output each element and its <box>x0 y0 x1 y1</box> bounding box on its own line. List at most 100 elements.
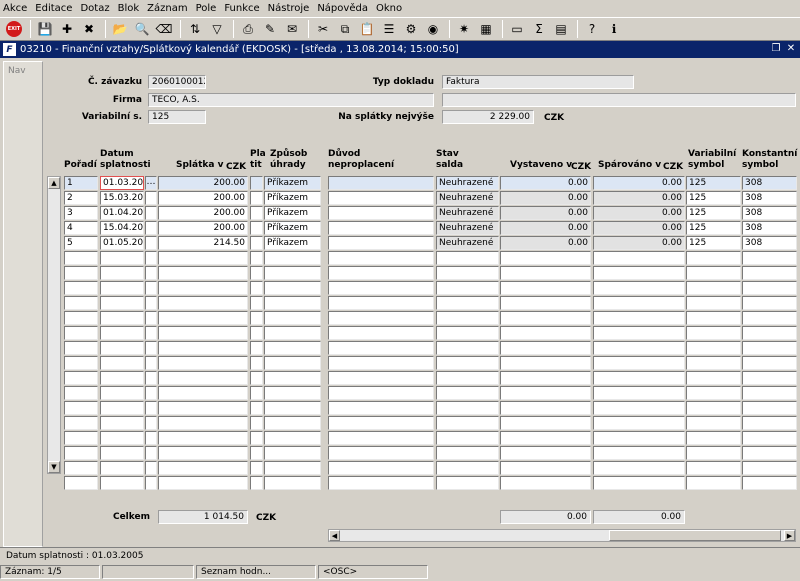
cell-platit[interactable] <box>250 401 263 415</box>
cell-vystaveno[interactable] <box>500 311 591 325</box>
cell-zpusob[interactable] <box>264 266 321 280</box>
cell-datum[interactable] <box>100 356 144 370</box>
restore-icon[interactable]: ❐ <box>770 43 782 55</box>
cell-ks[interactable] <box>742 251 797 265</box>
cell-lov[interactable] <box>145 386 157 400</box>
cell-duvod[interactable] <box>328 266 434 280</box>
cell-vystaveno[interactable] <box>500 401 591 415</box>
cell-duvod[interactable] <box>328 191 434 205</box>
cell-datum[interactable]: 15.04.2005 <box>100 221 144 235</box>
cell-poradi[interactable] <box>64 356 98 370</box>
cut-icon[interactable]: ✂ <box>313 19 333 39</box>
cell-datum[interactable] <box>100 401 144 415</box>
cell-stav[interactable] <box>436 356 499 370</box>
lov-button[interactable]: … <box>145 176 157 190</box>
cell-ks[interactable] <box>742 401 797 415</box>
cell-duvod[interactable] <box>328 341 434 355</box>
cell-stav[interactable] <box>436 476 499 490</box>
cell-ks[interactable]: 308 <box>742 236 797 250</box>
cell-platit[interactable] <box>250 341 263 355</box>
cell-poradi[interactable]: 2 <box>64 191 98 205</box>
cell-splatka[interactable] <box>158 416 248 430</box>
cell-sparovano[interactable] <box>593 326 685 340</box>
cell-vs[interactable] <box>686 296 741 310</box>
folder-icon[interactable]: 📂 <box>110 19 130 39</box>
cell-vystaveno[interactable] <box>500 461 591 475</box>
cell-vystaveno[interactable] <box>500 266 591 280</box>
cell-stav[interactable] <box>436 401 499 415</box>
cell-zpusob[interactable] <box>264 401 321 415</box>
cell-lov[interactable] <box>145 431 157 445</box>
scroll-left-icon[interactable]: ◀ <box>329 530 340 541</box>
cell-ks[interactable] <box>742 356 797 370</box>
cell-stav[interactable]: Neuhrazené <box>436 191 499 205</box>
cell-datum[interactable] <box>100 296 144 310</box>
cell-sparovano[interactable] <box>593 311 685 325</box>
cell-stav[interactable]: Neuhrazené <box>436 176 499 190</box>
cell-duvod[interactable] <box>328 251 434 265</box>
scroll-up-icon[interactable]: ▲ <box>48 177 60 189</box>
cell-vystaveno[interactable] <box>500 251 591 265</box>
cell-platit[interactable] <box>250 356 263 370</box>
cell-stav[interactable] <box>436 416 499 430</box>
menu-item-9[interactable]: Okno <box>376 3 402 14</box>
cell-duvod[interactable] <box>328 386 434 400</box>
clear-icon[interactable]: ⌫ <box>154 19 174 39</box>
cell-vystaveno[interactable]: 0.00 <box>500 236 591 250</box>
cell-duvod[interactable] <box>328 236 434 250</box>
menu-item-3[interactable]: Blok <box>118 3 140 14</box>
cell-poradi[interactable] <box>64 341 98 355</box>
cell-poradi[interactable] <box>64 476 98 490</box>
cell-datum[interactable]: 15.03.2005 <box>100 191 144 205</box>
cell-platit[interactable] <box>250 416 263 430</box>
cell-poradi[interactable] <box>64 311 98 325</box>
cell-poradi[interactable] <box>64 296 98 310</box>
cell-vystaveno[interactable] <box>500 281 591 295</box>
mail-icon[interactable]: ✉ <box>282 19 302 39</box>
cell-ks[interactable] <box>742 326 797 340</box>
cell-splatka[interactable] <box>158 266 248 280</box>
list-icon[interactable]: ☰ <box>379 19 399 39</box>
cell-platit[interactable] <box>250 296 263 310</box>
cell-lov[interactable] <box>145 266 157 280</box>
menu-item-4[interactable]: Záznam <box>147 3 187 14</box>
cell-vs[interactable] <box>686 371 741 385</box>
cell-platit[interactable] <box>250 221 263 235</box>
menu-item-2[interactable]: Dotaz <box>80 3 109 14</box>
scroll-right-icon[interactable]: ▶ <box>784 530 795 541</box>
cell-ks[interactable] <box>742 431 797 445</box>
cell-ks[interactable] <box>742 266 797 280</box>
cell-sparovano[interactable] <box>593 356 685 370</box>
cell-sparovano[interactable] <box>593 446 685 460</box>
copy-icon[interactable]: ⧉ <box>335 19 355 39</box>
cell-vs[interactable] <box>686 446 741 460</box>
cell-poradi[interactable]: 5 <box>64 236 98 250</box>
cell-duvod[interactable] <box>328 326 434 340</box>
cell-lov[interactable] <box>145 236 157 250</box>
cell-lov[interactable] <box>145 191 157 205</box>
sort-icon[interactable]: ⇅ <box>185 19 205 39</box>
cell-vs[interactable] <box>686 311 741 325</box>
cell-zpusob[interactable] <box>264 476 321 490</box>
cell-vystaveno[interactable] <box>500 416 591 430</box>
cell-lov[interactable] <box>145 311 157 325</box>
cell-ks[interactable] <box>742 416 797 430</box>
cell-datum[interactable] <box>100 461 144 475</box>
cell-stav[interactable] <box>436 446 499 460</box>
cell-lov[interactable] <box>145 341 157 355</box>
cell-platit[interactable] <box>250 326 263 340</box>
cell-vs[interactable]: 125 <box>686 206 741 220</box>
menu-item-6[interactable]: Funkce <box>224 3 259 14</box>
cell-stav[interactable] <box>436 266 499 280</box>
cell-zpusob[interactable] <box>264 356 321 370</box>
add-icon[interactable]: ✚ <box>57 19 77 39</box>
cell-zpusob[interactable] <box>264 431 321 445</box>
print-icon[interactable]: ⎙ <box>238 19 258 39</box>
cell-vs[interactable] <box>686 401 741 415</box>
cell-splatka[interactable]: 200.00 <box>158 221 248 235</box>
cell-lov[interactable] <box>145 281 157 295</box>
cell-vs[interactable] <box>686 251 741 265</box>
cell-platit[interactable] <box>250 266 263 280</box>
cell-ks[interactable] <box>742 296 797 310</box>
cell-poradi[interactable] <box>64 326 98 340</box>
